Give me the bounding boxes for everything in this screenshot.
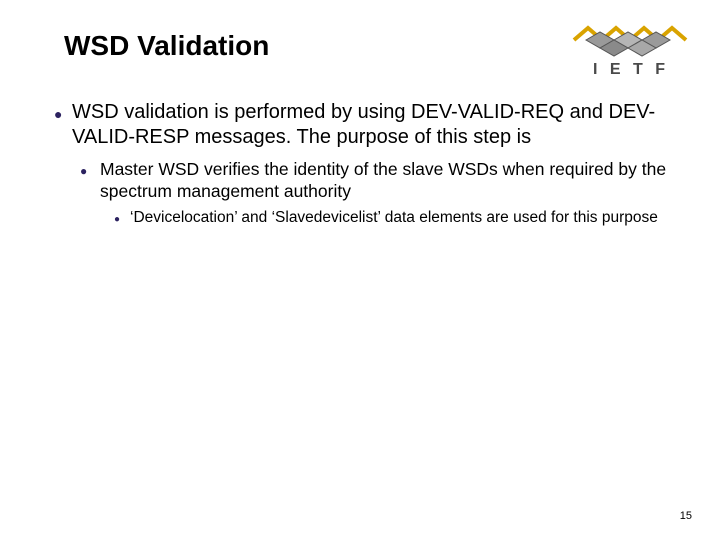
bullet-level-1: ● WSD validation is performed by using D… (54, 100, 680, 150)
ietf-logo-icon: I E T F (566, 14, 696, 84)
bullet-level-3-text: ‘Devicelocation’ and ‘Slavedevicelist’ d… (130, 208, 658, 227)
bullet-icon: ● (80, 158, 100, 181)
bullet-level-1-text: WSD validation is performed by using DEV… (72, 100, 680, 150)
ietf-logo: I E T F (566, 14, 696, 84)
bullet-icon: ● (54, 100, 72, 125)
ietf-logo-text: I E T F (593, 61, 669, 78)
bullet-level-3: ● ‘Devicelocation’ and ‘Slavedevicelist’… (114, 208, 680, 229)
page-number: 15 (680, 510, 692, 522)
slide: WSD Validation I E T F ● WSD validation … (0, 0, 720, 540)
bullet-level-2: ● Master WSD verifies the identity of th… (80, 158, 680, 202)
slide-body: ● WSD validation is performed by using D… (54, 100, 680, 229)
slide-title: WSD Validation (64, 30, 269, 62)
bullet-level-2-text: Master WSD verifies the identity of the … (100, 158, 680, 202)
bullet-icon: ● (114, 208, 130, 229)
